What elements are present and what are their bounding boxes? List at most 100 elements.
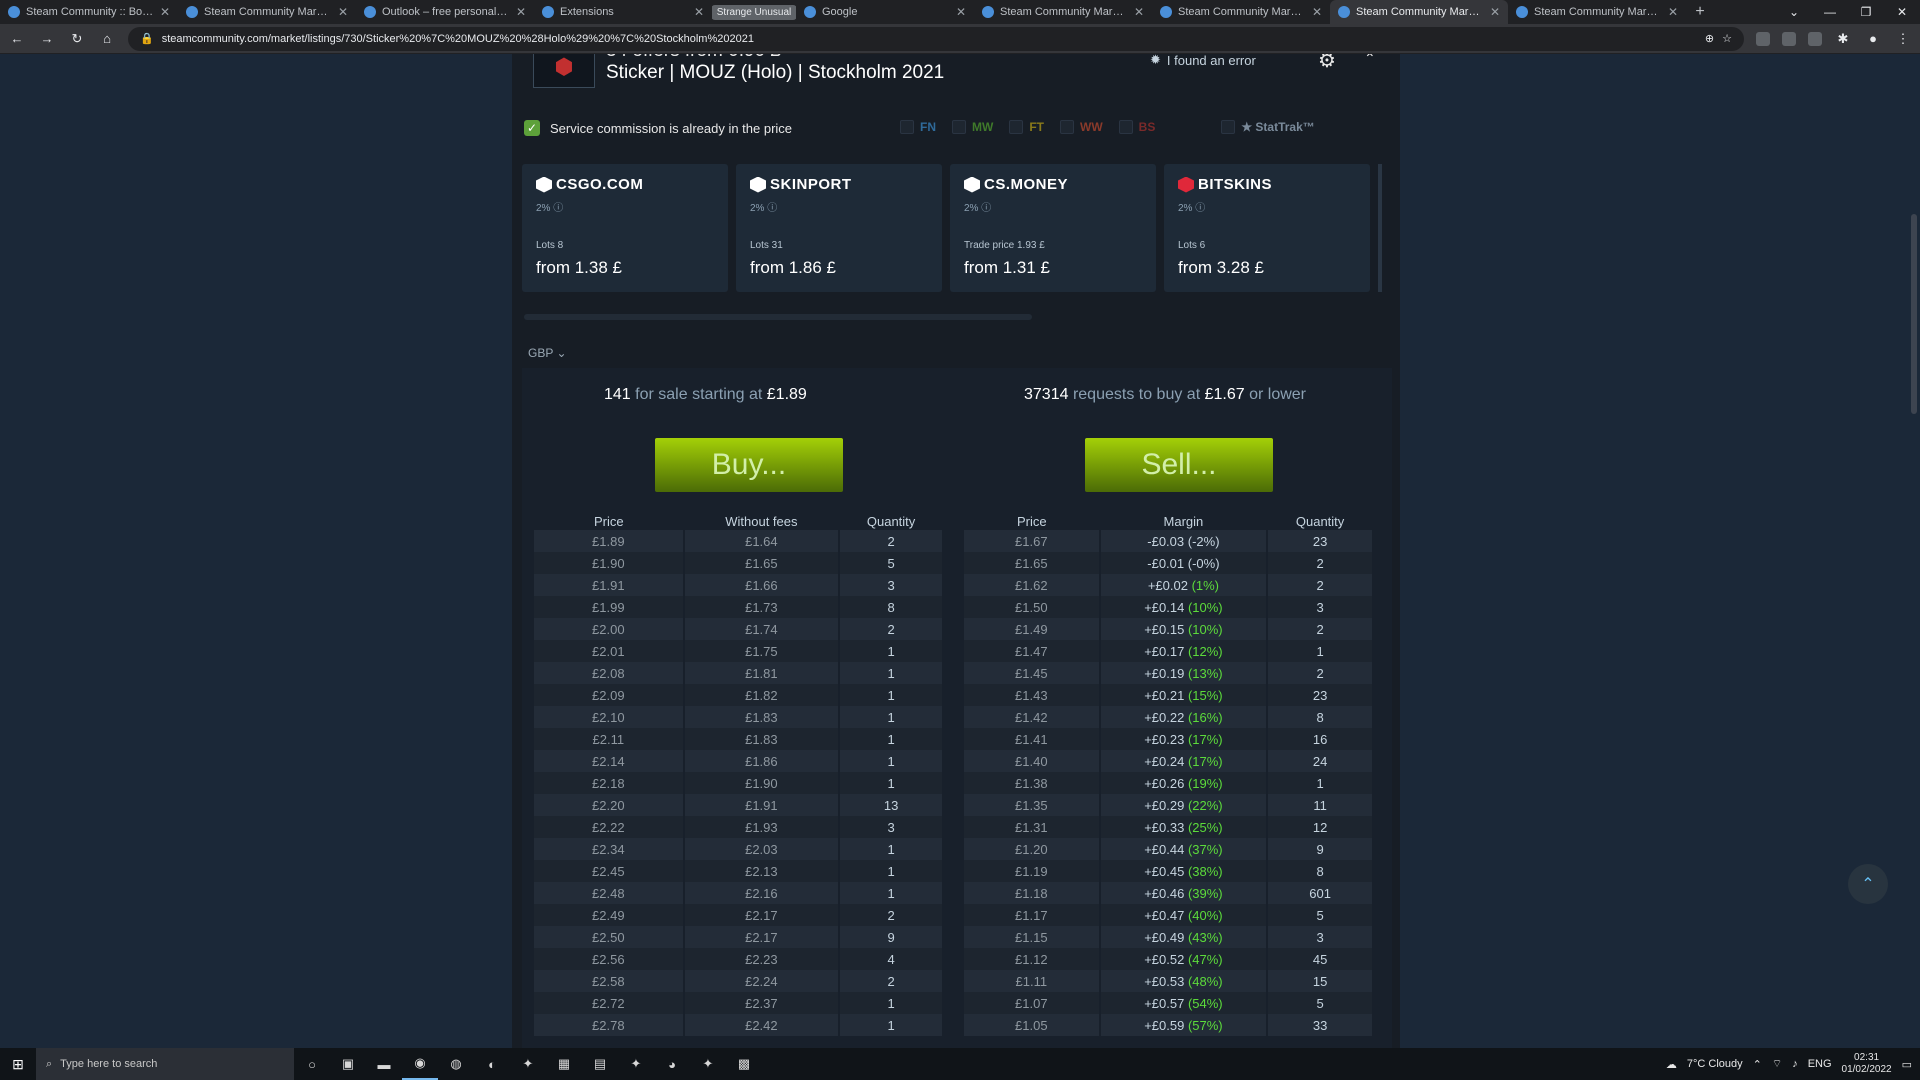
network-icon[interactable]: ⌔ bbox=[1772, 1057, 1782, 1071]
steam-icon[interactable]: ✦ bbox=[690, 1048, 726, 1080]
buy-price: £1.41 bbox=[964, 728, 1101, 750]
edge-icon[interactable]: ◐ bbox=[474, 1048, 510, 1080]
browser-tab[interactable]: Steam Community Market :: Listi ✕ bbox=[1152, 0, 1330, 24]
filter-checkbox[interactable]: FT bbox=[1009, 120, 1044, 134]
tab-group[interactable]: Strange Unusual bbox=[712, 0, 796, 24]
sell-price-without-fees: £1.90 bbox=[683, 772, 841, 794]
url-field[interactable]: 🔒 steamcommunity.com/market/listings/730… bbox=[128, 26, 1744, 51]
buy-margin: +£0.47 (40%) bbox=[1099, 904, 1269, 926]
chrome-icon[interactable]: ◉ bbox=[402, 1048, 438, 1080]
windows-taskbar: ⊞ ⌕ Type here to search ○ ▣ ▬ ◉ ◍ ◐ ✦ ▦ … bbox=[0, 1048, 1920, 1080]
margin-amount: +£0.22 bbox=[1144, 709, 1185, 725]
discord-icon[interactable]: ◕ bbox=[654, 1048, 690, 1080]
marketplace-logo-icon bbox=[1178, 176, 1194, 193]
cards-scrollbar[interactable] bbox=[524, 314, 1032, 320]
clock-time: 02:31 bbox=[1854, 1052, 1880, 1063]
close-icon[interactable]: ✕ bbox=[1668, 5, 1678, 19]
app-icon[interactable]: ▦ bbox=[546, 1048, 582, 1080]
checkbox-box bbox=[1060, 120, 1074, 134]
tab-search-icon[interactable]: ⌄ bbox=[1776, 0, 1812, 24]
sell-quantity: 2 bbox=[839, 904, 944, 926]
weather-text[interactable]: 7°C Cloudy bbox=[1687, 1058, 1743, 1070]
filter-checkbox[interactable]: ★ StatTrak™ bbox=[1221, 120, 1315, 134]
close-icon[interactable]: ✕ bbox=[516, 5, 526, 19]
close-icon[interactable]: ✕ bbox=[956, 5, 966, 19]
filter-checkbox[interactable]: BS bbox=[1118, 120, 1155, 134]
cortana-icon[interactable]: ○ bbox=[294, 1048, 330, 1080]
gear-icon[interactable]: ⚙ bbox=[1318, 54, 1336, 73]
browser-tab[interactable]: Outlook – free personal email an ✕ bbox=[356, 0, 534, 24]
scroll-to-top-button[interactable]: ⌃ bbox=[1848, 864, 1888, 904]
taskbar-search[interactable]: ⌕ Type here to search bbox=[36, 1048, 294, 1080]
buy-margin: +£0.45 (38%) bbox=[1099, 860, 1269, 882]
commission-checkbox[interactable]: ✓ Service commission is already in the p… bbox=[524, 120, 792, 136]
minimize-icon[interactable]: — bbox=[1812, 0, 1848, 24]
steam-icon[interactable]: ✦ bbox=[510, 1048, 546, 1080]
reload-icon[interactable]: ↻ bbox=[68, 31, 86, 47]
firefox-icon[interactable]: ◍ bbox=[438, 1048, 474, 1080]
close-icon[interactable]: ✕ bbox=[338, 5, 348, 19]
marketplace-card[interactable]: CS.MONEY 2% ⓘ Trade price 1.93 £ from 1.31 … bbox=[950, 164, 1156, 292]
home-icon[interactable]: ⌂ bbox=[98, 31, 116, 46]
filter-checkbox[interactable]: MW bbox=[952, 120, 993, 134]
browser-tab[interactable]: Google ✕ bbox=[796, 0, 974, 24]
notification-icon[interactable]: ▭ bbox=[1902, 1058, 1912, 1071]
clock[interactable]: 02:31 01/02/2022 bbox=[1842, 1052, 1892, 1076]
language-indicator[interactable]: ENG bbox=[1808, 1058, 1832, 1070]
chevron-up-icon[interactable]: ⌃ bbox=[1753, 1058, 1762, 1071]
file-explorer-icon[interactable]: ▬ bbox=[366, 1048, 402, 1080]
extensions-puzzle-icon[interactable]: ✱ bbox=[1834, 31, 1852, 47]
menu-icon[interactable]: ⋮ bbox=[1894, 31, 1912, 47]
close-icon[interactable]: ✕ bbox=[1312, 5, 1322, 19]
browser-tab[interactable]: Extensions ✕ bbox=[534, 0, 712, 24]
profile-icon[interactable]: ● bbox=[1864, 31, 1882, 46]
browser-tab[interactable]: Steam Community Market :: Listi ✕ bbox=[1330, 0, 1508, 24]
volume-icon[interactable]: ♪ bbox=[1792, 1058, 1798, 1070]
bookmark-star-icon[interactable]: ☆ bbox=[1722, 32, 1732, 45]
filter-checkbox[interactable]: FN bbox=[900, 120, 936, 134]
sell-price: £2.20 bbox=[534, 794, 685, 816]
extension-icon[interactable] bbox=[1782, 31, 1796, 46]
marketplace-card[interactable]: BITSKINS 2% ⓘ Lots 6 from 3.28 £ bbox=[1164, 164, 1370, 292]
close-icon[interactable]: ✕ bbox=[1134, 5, 1144, 19]
forward-icon[interactable]: → bbox=[38, 31, 56, 46]
buy-top-price: £1.67 bbox=[1204, 386, 1245, 403]
chevron-up-icon[interactable]: ⌃ bbox=[1364, 54, 1376, 67]
steam-icon[interactable]: ✦ bbox=[618, 1048, 654, 1080]
sell-button[interactable]: Sell... bbox=[1085, 438, 1273, 492]
margin-percent: (38%) bbox=[1187, 863, 1223, 879]
back-icon[interactable]: ← bbox=[8, 31, 26, 46]
buy-order-row: £1.45 +£0.19 (13%) 2 bbox=[964, 662, 1374, 684]
browser-tab[interactable]: Steam Community :: Bo Ro :: Item ✕ bbox=[0, 0, 178, 24]
page-scrollbar[interactable] bbox=[1908, 54, 1920, 1048]
close-icon[interactable]: ✕ bbox=[1490, 5, 1500, 19]
filter-checkbox[interactable]: WW bbox=[1060, 120, 1103, 134]
margin-amount: +£0.44 bbox=[1144, 841, 1185, 857]
extension-icon[interactable] bbox=[1808, 31, 1822, 46]
favicon-icon bbox=[1338, 6, 1350, 18]
close-icon[interactable]: ✕ bbox=[694, 5, 704, 19]
margin-amount: +£0.02 bbox=[1147, 577, 1188, 593]
buy-button[interactable]: Buy... bbox=[655, 438, 843, 492]
windows-start-icon[interactable]: ⊞ bbox=[0, 1048, 36, 1080]
extension-icon[interactable] bbox=[1756, 31, 1770, 46]
lock-app-icon[interactable]: ▤ bbox=[582, 1048, 618, 1080]
zoom-icon[interactable]: ⊕ bbox=[1705, 32, 1714, 45]
browser-tab[interactable]: Steam Community Market :: Listi ✕ bbox=[1508, 0, 1686, 24]
task-view-icon[interactable]: ▣ bbox=[330, 1048, 366, 1080]
sell-price: £2.45 bbox=[534, 860, 685, 882]
marketplace-card[interactable]: CSGO.COM 2% ⓘ Lots 8 from 1.38 £ bbox=[522, 164, 728, 292]
app-icon[interactable]: ▩ bbox=[726, 1048, 762, 1080]
marketplace-card[interactable]: SKINPORT 2% ⓘ Lots 31 from 1.86 £ bbox=[736, 164, 942, 292]
new-tab-button[interactable]: + bbox=[1686, 0, 1714, 24]
browser-tab[interactable]: Steam Community Market :: Listi ✕ bbox=[974, 0, 1152, 24]
browser-tab[interactable]: Steam Community Market :: Listi ✕ bbox=[178, 0, 356, 24]
close-window-icon[interactable]: ✕ bbox=[1884, 0, 1920, 24]
close-icon[interactable]: ✕ bbox=[160, 5, 170, 19]
marketplace-fee: 2% ⓘ bbox=[750, 203, 778, 214]
tab-title: Steam Community Market :: Listi bbox=[204, 6, 332, 18]
sell-price-without-fees: £2.23 bbox=[683, 948, 841, 970]
restore-icon[interactable]: ❐ bbox=[1848, 0, 1884, 24]
report-error-button[interactable]: ✹ I found an error bbox=[1150, 54, 1256, 68]
currency-select[interactable]: GBP ⌄ bbox=[528, 346, 567, 360]
